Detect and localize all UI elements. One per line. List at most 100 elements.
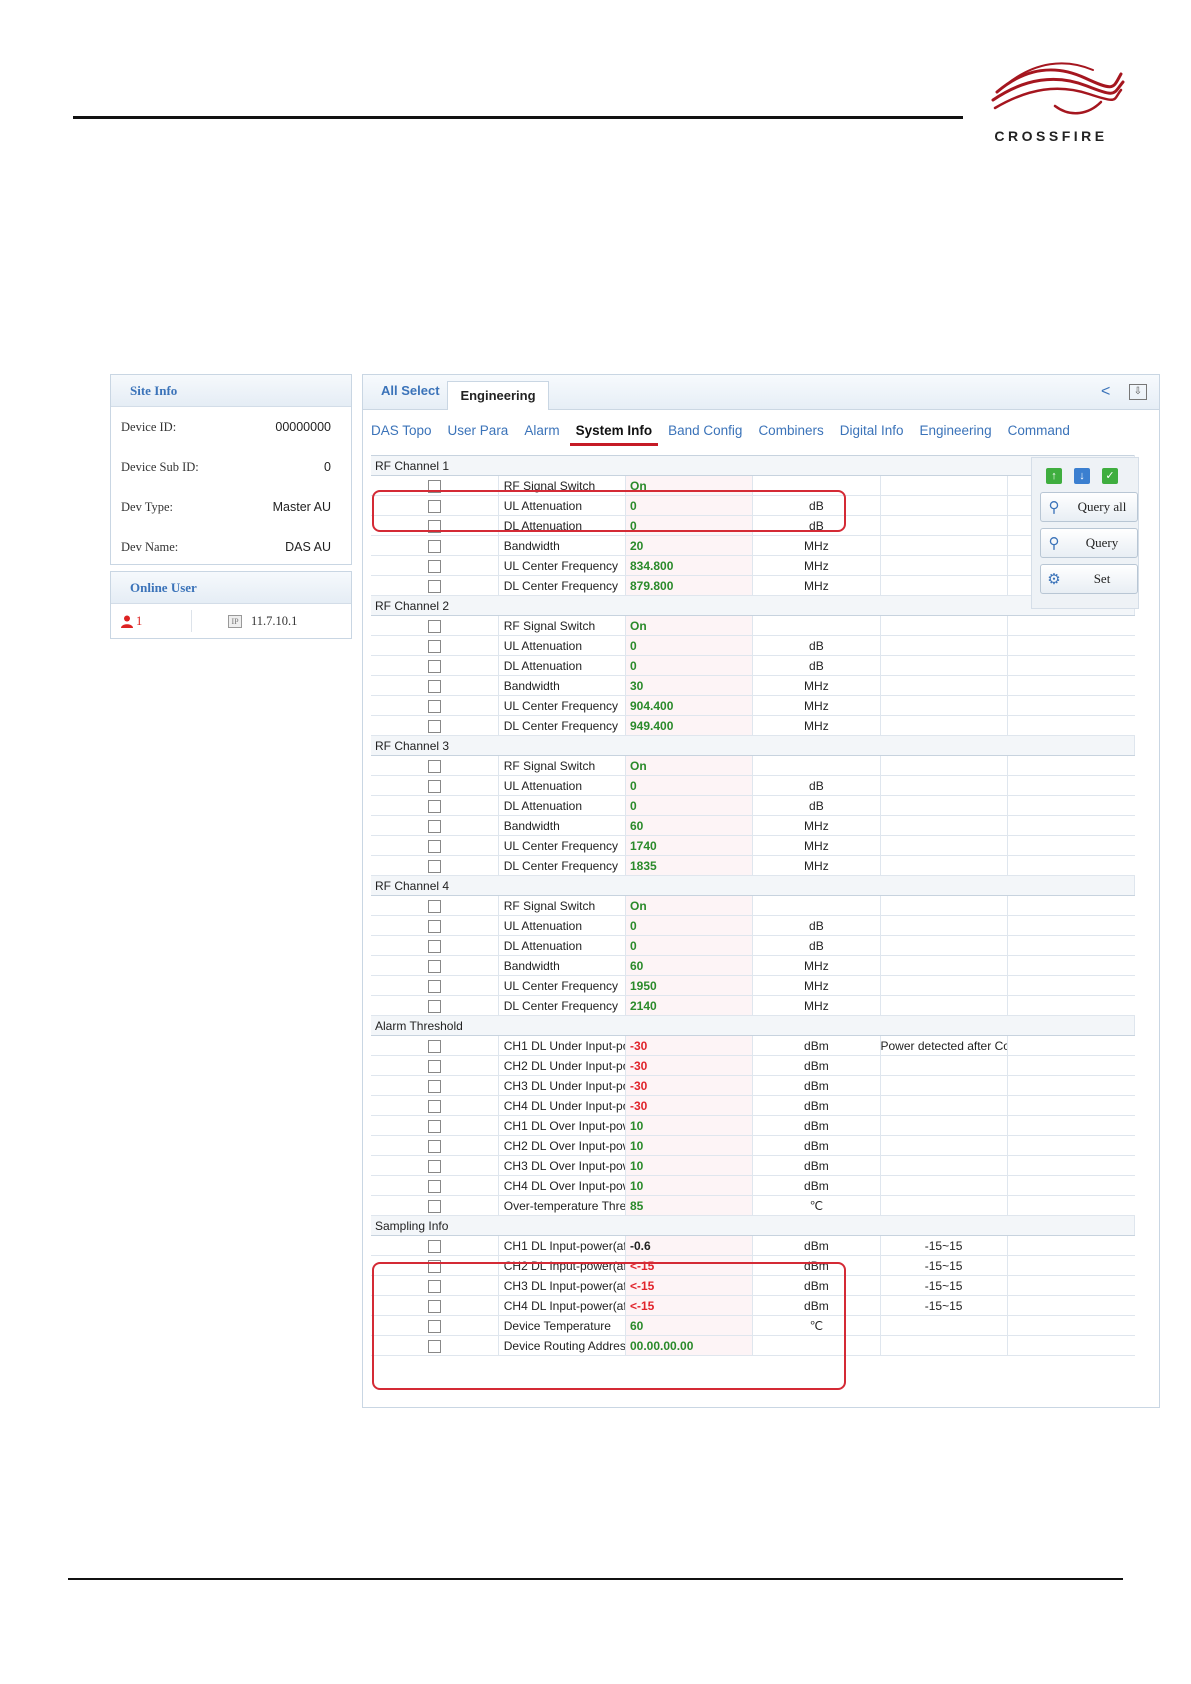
- param-value[interactable]: -0.6: [625, 1235, 754, 1256]
- table-row: RF Signal Switch On: [371, 615, 1135, 636]
- param-value[interactable]: On: [625, 615, 754, 636]
- param-note: [880, 1195, 1008, 1216]
- row-checkbox[interactable]: [427, 999, 441, 1013]
- upload-icon[interactable]: ↑: [1046, 468, 1062, 484]
- param-unit: dBm: [752, 1035, 881, 1056]
- param-value[interactable]: 20: [625, 535, 754, 556]
- site-info-label: Device ID:: [121, 419, 177, 434]
- nav-tab-alarm[interactable]: Alarm: [524, 419, 559, 443]
- table-row: UL Center Frequency 1950 MHz: [371, 975, 1135, 996]
- row-checkbox[interactable]: [427, 979, 441, 993]
- user-count[interactable]: 1: [121, 614, 191, 629]
- row-checkbox[interactable]: [427, 619, 441, 633]
- ip-icon: IP: [228, 614, 242, 628]
- row-checkbox[interactable]: [427, 659, 441, 673]
- download-arrow-icon[interactable]: ↓: [1074, 468, 1090, 484]
- row-checkbox[interactable]: [427, 699, 441, 713]
- row-checkbox[interactable]: [427, 639, 441, 653]
- param-value[interactable]: 0: [625, 655, 754, 676]
- param-value[interactable]: 10: [625, 1115, 754, 1136]
- param-value[interactable]: 904.400: [625, 695, 754, 716]
- param-note: -15~15: [880, 1275, 1008, 1296]
- nav-tab-band-config[interactable]: Band Config: [668, 419, 742, 443]
- param-value[interactable]: 0: [625, 795, 754, 816]
- table-row: CH2 DL Over Input-power Threshold10dBm: [371, 1135, 1135, 1156]
- row-checkbox[interactable]: [427, 1139, 441, 1153]
- row-checkbox[interactable]: [427, 799, 441, 813]
- row-checkbox[interactable]: [427, 839, 441, 853]
- engineering-tab[interactable]: Engineering: [447, 381, 549, 410]
- param-value[interactable]: 834.800: [625, 555, 754, 576]
- param-value[interactable]: 2140: [625, 995, 754, 1016]
- row-checkbox[interactable]: [427, 899, 441, 913]
- header-rule: [73, 116, 963, 119]
- param-value[interactable]: 0: [625, 775, 754, 796]
- param-extra: [1007, 655, 1135, 676]
- param-extra: [1007, 1255, 1135, 1276]
- param-value[interactable]: 0: [625, 635, 754, 656]
- nav-tab-digital-info[interactable]: Digital Info: [840, 419, 904, 443]
- nav-tab-engineering[interactable]: Engineering: [920, 419, 992, 443]
- nav-tab-command[interactable]: Command: [1008, 419, 1070, 443]
- param-value[interactable]: 85: [625, 1195, 754, 1216]
- param-value[interactable]: 60: [625, 955, 754, 976]
- row-checkbox[interactable]: [427, 679, 441, 693]
- param-value[interactable]: 949.400: [625, 715, 754, 736]
- table-row: Over-temperature Threshold85℃: [371, 1195, 1135, 1216]
- param-value[interactable]: 60: [625, 815, 754, 836]
- row-checkbox[interactable]: [427, 1119, 441, 1133]
- row-checkbox[interactable]: [427, 759, 441, 773]
- all-select-tab[interactable]: All Select: [381, 383, 440, 398]
- share-icon[interactable]: <: [1101, 383, 1110, 401]
- nav-tab-das-topo[interactable]: DAS Topo: [371, 419, 432, 443]
- table-row: CH2 DL Under Input-power Threshold-30dBm: [371, 1055, 1135, 1076]
- param-value[interactable]: -30: [625, 1035, 754, 1056]
- param-value[interactable]: 879.800: [625, 575, 754, 596]
- row-checkbox[interactable]: [427, 959, 441, 973]
- set-button[interactable]: ⚙ Set: [1040, 564, 1138, 594]
- param-value[interactable]: 30: [625, 675, 754, 696]
- param-note: [880, 975, 1008, 996]
- nav-tab-combiners[interactable]: Combiners: [758, 419, 823, 443]
- param-unit: [752, 755, 881, 776]
- table-row: DL Attenuation 0 dB: [371, 655, 1135, 676]
- param-value[interactable]: -30: [625, 1055, 754, 1076]
- row-checkbox[interactable]: [427, 719, 441, 733]
- param-value[interactable]: -30: [625, 1075, 754, 1096]
- param-value[interactable]: 1740: [625, 835, 754, 856]
- row-checkbox[interactable]: [427, 919, 441, 933]
- nav-tab-user-para[interactable]: User Para: [448, 419, 509, 443]
- param-value[interactable]: 10: [625, 1135, 754, 1156]
- user-ip-value: 11.7.10.1: [251, 613, 298, 628]
- row-checkbox-cell: [371, 535, 499, 556]
- row-checkbox[interactable]: [427, 1179, 441, 1193]
- row-checkbox[interactable]: [427, 559, 441, 573]
- param-value[interactable]: -30: [625, 1095, 754, 1116]
- row-checkbox[interactable]: [427, 939, 441, 953]
- param-value[interactable]: 0: [625, 915, 754, 936]
- query-button[interactable]: ⚲ Query: [1040, 528, 1138, 558]
- param-value[interactable]: 10: [625, 1155, 754, 1176]
- row-checkbox[interactable]: [427, 779, 441, 793]
- param-value[interactable]: On: [625, 895, 754, 916]
- param-value[interactable]: 10: [625, 1175, 754, 1196]
- param-value[interactable]: 0: [625, 935, 754, 956]
- row-checkbox[interactable]: [427, 1239, 441, 1253]
- row-checkbox[interactable]: [427, 819, 441, 833]
- row-checkbox[interactable]: [427, 859, 441, 873]
- nav-tab-system-info[interactable]: System Info: [569, 419, 659, 446]
- param-value[interactable]: 1835: [625, 855, 754, 876]
- row-checkbox[interactable]: [427, 1099, 441, 1113]
- check-icon[interactable]: ✓: [1102, 468, 1118, 484]
- row-checkbox[interactable]: [427, 1039, 441, 1053]
- row-checkbox[interactable]: [427, 1079, 441, 1093]
- param-value[interactable]: 1950: [625, 975, 754, 996]
- row-checkbox[interactable]: [427, 579, 441, 593]
- row-checkbox[interactable]: [427, 1059, 441, 1073]
- query-all-button[interactable]: ⚲ Query all: [1040, 492, 1138, 522]
- download-icon[interactable]: ⇩: [1129, 384, 1147, 400]
- row-checkbox[interactable]: [427, 1159, 441, 1173]
- row-checkbox[interactable]: [427, 1199, 441, 1213]
- row-checkbox[interactable]: [427, 539, 441, 553]
- param-value[interactable]: On: [625, 755, 754, 776]
